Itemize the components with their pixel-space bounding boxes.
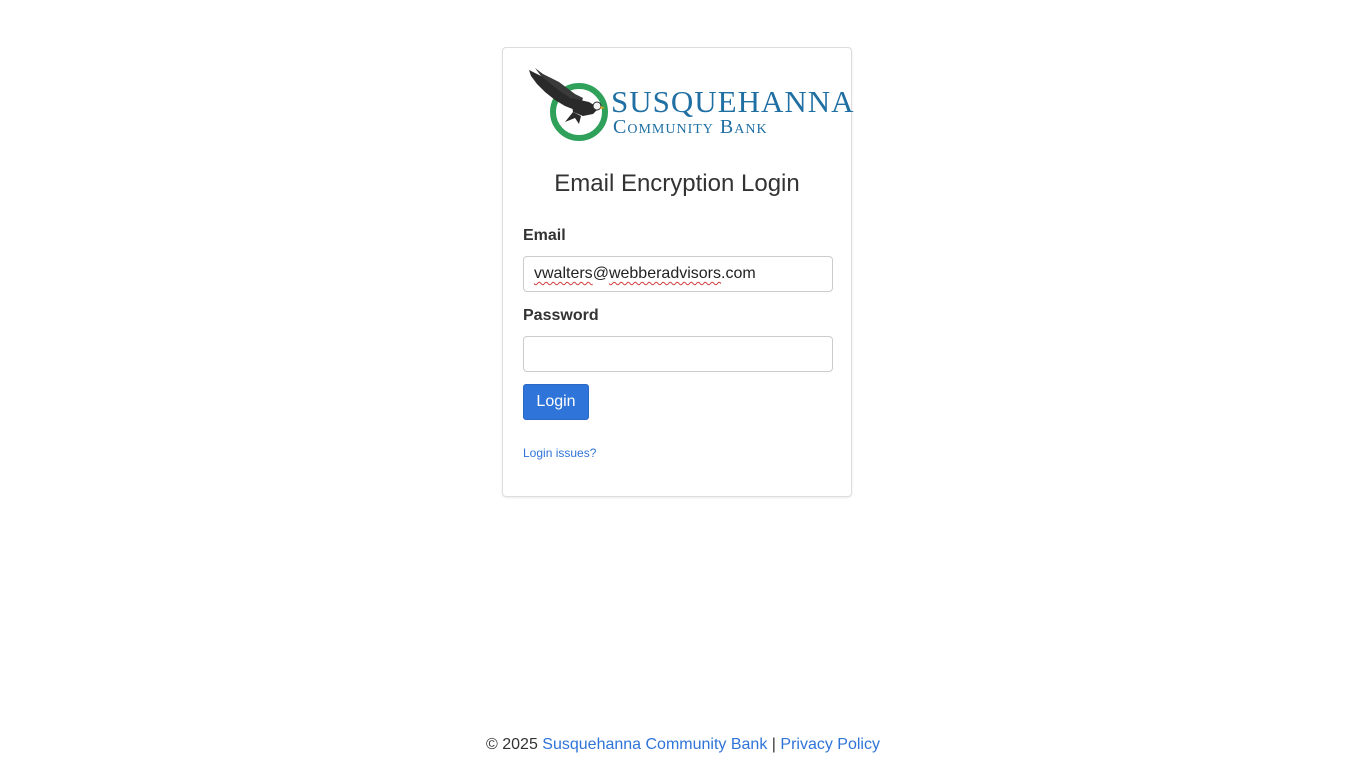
email-value-domain: webberadvisors [608, 265, 721, 282]
eagle-logo-icon [529, 68, 608, 141]
password-field[interactable] [523, 336, 833, 372]
privacy-policy-link[interactable]: Privacy Policy [780, 736, 880, 753]
password-label: Password [523, 307, 599, 324]
email-value-tld: .com [721, 265, 756, 282]
page-title: Email Encryption Login [554, 170, 800, 197]
footer-separator: | [771, 736, 776, 753]
login-issues-link[interactable]: Login issues? [523, 446, 596, 460]
logo-text-line2: Community Bank [613, 116, 768, 138]
email-label: Email [523, 227, 566, 244]
email-field[interactable]: vwalters@webberadvisors.com [523, 256, 833, 292]
login-button[interactable]: Login [523, 384, 589, 420]
bank-link[interactable]: Susquehanna Community Bank [542, 736, 767, 753]
email-value-user: vwalters [534, 265, 593, 282]
page: Susquehanna Community Bank Email Encrypt… [0, 0, 1366, 768]
email-value-at: @ [592, 265, 609, 282]
login-card: Susquehanna Community Bank Email Encrypt… [502, 47, 854, 497]
copyright-text: © 2025 [486, 736, 538, 753]
logo-text-line1: Susquehanna [611, 84, 855, 119]
footer: © 2025 Susquehanna Community Bank | Priv… [0, 736, 1366, 754]
bank-logo: Susquehanna Community Bank [527, 68, 854, 142]
